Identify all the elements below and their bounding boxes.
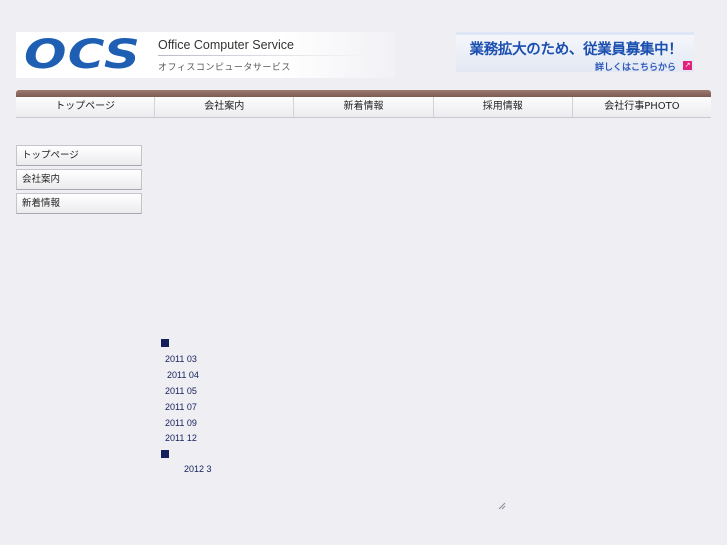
- top-nav-items: トップページ 会社案内 新着情報 採用情報 会社行事PHOTO: [16, 97, 711, 118]
- top-nav-item-photo[interactable]: 会社行事PHOTO: [573, 97, 711, 117]
- archive-group-bullet: [161, 450, 169, 458]
- top-nav: トップページ 会社案内 新着情報 採用情報 会社行事PHOTO: [16, 90, 711, 118]
- resize-grip-icon[interactable]: [497, 501, 506, 510]
- archive-link[interactable]: 2011 05: [165, 386, 197, 396]
- side-nav-item-company[interactable]: 会社案内: [16, 169, 142, 190]
- archive-link[interactable]: 2011 04: [167, 370, 199, 380]
- archive-link[interactable]: 2011 09: [165, 418, 197, 428]
- top-nav-item-recruit[interactable]: 採用情報: [434, 97, 573, 117]
- site-logo[interactable]: OCS Office Computer Service オフィスコンピュータサー…: [16, 32, 395, 78]
- side-nav-item-home[interactable]: トップページ: [16, 145, 142, 166]
- side-nav-item-news[interactable]: 新着情報: [16, 193, 142, 214]
- archive-link[interactable]: 2011 03: [165, 354, 197, 364]
- top-nav-item-company[interactable]: 会社案内: [155, 97, 295, 117]
- archive-group-bullet: [161, 339, 169, 347]
- archive-link[interactable]: 2012 3: [184, 464, 212, 474]
- top-nav-item-news[interactable]: 新着情報: [294, 97, 434, 117]
- page: OCS Office Computer Service オフィスコンピュータサー…: [0, 0, 727, 545]
- company-name-en: Office Computer Service: [158, 38, 294, 52]
- top-nav-item-home[interactable]: トップページ: [16, 97, 156, 117]
- archive-link[interactable]: 2011 07: [165, 402, 197, 412]
- archive-link[interactable]: 2011 12: [165, 433, 197, 443]
- side-nav: トップページ 会社案内 新着情報: [16, 145, 142, 217]
- company-name-ja: オフィスコンピュータサービス: [158, 63, 291, 73]
- recruit-banner[interactable]: 業務拡大のため、従業員募集中！ 詳しくはこちらから ↗: [456, 32, 694, 73]
- arrow-icon: ↗: [683, 61, 692, 70]
- logo-mark: OCS: [24, 32, 142, 78]
- recruit-banner-link[interactable]: 詳しくはこちらから: [595, 60, 676, 73]
- top-nav-accent-bar: [16, 90, 711, 97]
- logo-divider: [158, 55, 368, 56]
- recruit-banner-headline: 業務拡大のため、従業員募集中！: [469, 42, 683, 58]
